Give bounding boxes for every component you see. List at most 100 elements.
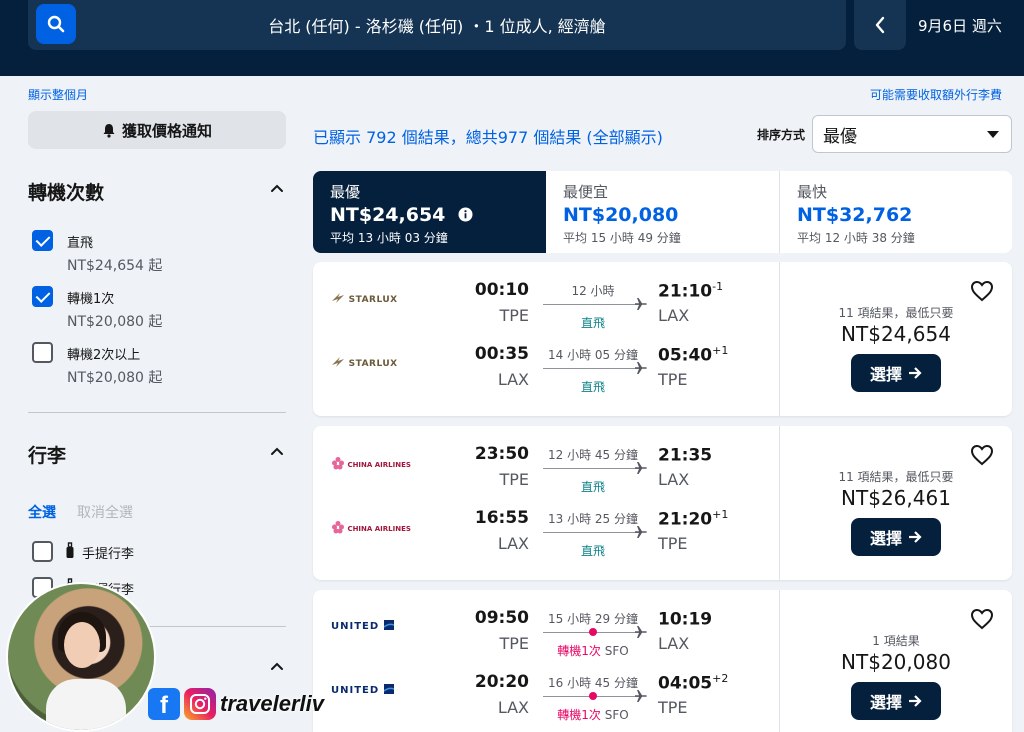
flight-duration: 13 小時 25 分鐘 (548, 512, 638, 526)
chevron-up-icon[interactable] (270, 659, 284, 673)
arrival-time: 05:40+1 (658, 344, 728, 366)
tab-price-value: NT$24,654 (330, 204, 446, 226)
flight-card-china-airlines[interactable]: CHINA AIRLINES 23:50 TPE 12 小時 45 分鐘 直飛 … (313, 426, 1012, 580)
arrival-airport: TPE (658, 370, 688, 389)
result-summary: 11 項結果，最低只要 (838, 470, 954, 484)
arrival-time-value: 04:05 (658, 673, 713, 694)
arrow-right-icon (909, 695, 922, 707)
departure-airport: TPE (499, 634, 529, 653)
flight-card-united[interactable]: UNITED 09:50 TPE 15 小時 29 分鐘 轉機1次 SFO 10… (313, 590, 1012, 732)
chevron-up-icon[interactable] (270, 181, 284, 195)
route-line (543, 368, 639, 369)
stops-label: 轉機1次 SFO (543, 706, 643, 723)
plane-icon (635, 462, 647, 474)
social-watermark: f travelerliv (148, 688, 324, 720)
social-handle: travelerliv (220, 691, 324, 716)
plane-icon (635, 362, 647, 374)
airline-name: CHINA AIRLINES (347, 525, 411, 533)
deselect-all-link[interactable]: 取消全選 (77, 502, 133, 522)
heart-icon[interactable] (970, 444, 994, 466)
price-alert-button[interactable]: 獲取價格通知 (28, 111, 286, 149)
return-leg: UNITED 20:20 LAX 16 小時 45 分鐘 轉機1次 SFO 04… (313, 654, 779, 722)
carry-on-checkbox[interactable] (32, 541, 53, 562)
heart-icon[interactable] (970, 280, 994, 302)
united-globe-logo-icon (383, 684, 394, 694)
flight-duration: 15 小時 29 分鐘 (548, 612, 638, 626)
sort-value: 最優 (823, 126, 857, 147)
sort-tabs: 最優 NT$24,654 平均 13 小時 03 分鐘 最便宜 NT$20,08… (313, 171, 1012, 253)
blogger-avatar-photo (6, 582, 156, 732)
bell-icon (103, 123, 115, 138)
airline-logo-united: UNITED (331, 620, 394, 632)
departure-airport: TPE (499, 470, 529, 489)
arrival-time: 04:05+2 (658, 672, 728, 694)
departure-time: 00:10 (474, 280, 529, 300)
result-summary: 1 項結果 (872, 634, 920, 648)
heart-icon[interactable] (970, 608, 994, 630)
search-button[interactable] (36, 4, 76, 44)
arrow-right-icon (909, 367, 922, 379)
sort-select[interactable]: 最優 (812, 115, 1012, 153)
card-price: NT$24,654 (841, 322, 951, 346)
airline-logo-united: UNITED (331, 684, 394, 696)
route-summary[interactable]: 台北 (任何) - 洛杉磯 (任何) ・1 位成人, 經濟艙 (28, 0, 846, 50)
two-plus-stops-checkbox[interactable] (32, 342, 53, 363)
airline-name: STARLUX (348, 295, 398, 305)
tab-price: NT$32,762 (797, 204, 913, 226)
airline-logo-starlux: STARLUX (331, 356, 398, 369)
arrival-time-value: 21:10 (658, 281, 713, 302)
arrival-airport: LAX (658, 306, 690, 325)
direct-checkbox[interactable] (32, 230, 53, 251)
baggage-fee-link[interactable]: 可能需要收取額外行李費 (870, 86, 1002, 103)
tab-label: 最便宜 (563, 183, 609, 201)
united-globe-logo-icon (383, 620, 394, 630)
card-price: NT$26,461 (841, 486, 951, 510)
results-count-link[interactable]: 已顯示 792 個結果，總共977 個結果 (全部顯示) (313, 124, 663, 148)
avatar-face (64, 622, 100, 668)
airline-name: UNITED (331, 621, 380, 632)
plum-blossom-logo-icon (332, 457, 344, 470)
route-line (543, 532, 639, 533)
select-button[interactable]: 選擇 (851, 682, 941, 720)
select-button[interactable]: 選擇 (851, 354, 941, 392)
filter-price: NT$24,654 起 (67, 258, 163, 274)
card-price: NT$20,080 (841, 650, 951, 674)
one-stop-checkbox[interactable] (32, 286, 53, 307)
instagram-glyph-icon (190, 694, 210, 714)
search-summary-box[interactable]: 台北 (任何) - 洛杉磯 (任何) ・1 位成人, 經濟艙 (28, 0, 846, 50)
departure-time: 23:50 (474, 444, 529, 464)
stops-section-title: 轉機次數 (28, 182, 105, 204)
arrival-time-value: 21:35 (658, 445, 713, 466)
departure-airport: LAX (497, 370, 529, 389)
instagram-icon (184, 688, 216, 720)
select-label: 選擇 (869, 365, 902, 384)
departure-airport: LAX (497, 698, 529, 717)
tab-fastest[interactable]: 最快 NT$32,762 平均 12 小時 38 分鐘 (780, 171, 1012, 253)
tab-price: NT$24,654 (330, 204, 473, 226)
select-all-link[interactable]: 全選 (28, 502, 56, 522)
show-whole-month-link[interactable]: 顯示整個月 (28, 86, 88, 103)
route-line (543, 468, 639, 469)
info-icon[interactable] (458, 207, 473, 222)
tab-cheapest[interactable]: 最便宜 NT$20,080 平均 15 小時 49 分鐘 (546, 171, 779, 253)
select-button[interactable]: 選擇 (851, 518, 941, 556)
previous-date-button[interactable] (854, 0, 906, 50)
arrival-time-value: 21:20 (658, 509, 713, 530)
departure-date[interactable]: 9月6日 週六 (918, 0, 1002, 50)
day-offset: +1 (712, 508, 729, 521)
plane-icon (635, 690, 647, 702)
tab-time: 平均 12 小時 38 分鐘 (797, 231, 915, 245)
tab-best[interactable]: 最優 NT$24,654 平均 13 小時 03 分鐘 (313, 171, 546, 253)
departure-time: 16:55 (474, 508, 529, 528)
stops-count: 轉機1次 (557, 708, 601, 722)
airline-name: CHINA AIRLINES (347, 461, 411, 469)
plum-blossom-logo-icon (332, 521, 344, 534)
stops-label: 直飛 (580, 544, 605, 558)
arrival-time: 21:35 (658, 444, 712, 466)
departure-time: 20:20 (474, 672, 529, 692)
flight-duration: 14 小時 05 分鐘 (548, 348, 638, 362)
flight-card-starlux[interactable]: STARLUX 00:10 TPE 12 小時 直飛 21:10-1 LAX S… (313, 262, 1012, 416)
arrival-airport: LAX (658, 470, 690, 489)
chevron-up-icon[interactable] (270, 444, 284, 458)
select-label: 選擇 (869, 693, 902, 712)
